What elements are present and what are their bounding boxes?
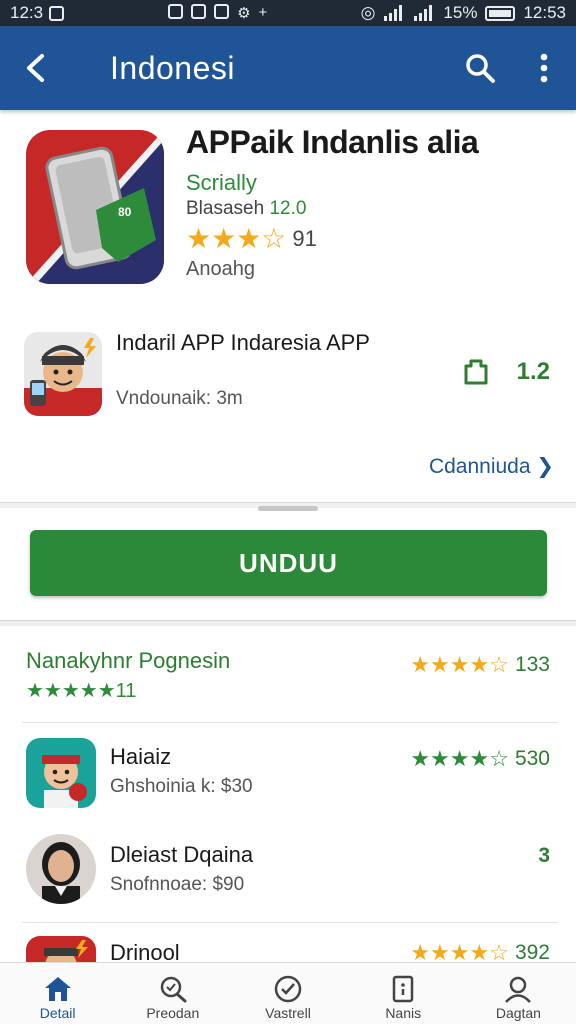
list-item[interactable]: Drinool ★★★★☆ 392 bbox=[0, 926, 576, 962]
list-item-count: 392 bbox=[514, 941, 550, 962]
drag-handle[interactable] bbox=[258, 506, 318, 511]
list-item[interactable]: Dleiast Dqaina Snofnnoae: $90 3 bbox=[0, 824, 576, 920]
check-circle-icon bbox=[274, 975, 302, 1003]
nav-item-detail[interactable]: Detail bbox=[0, 963, 115, 1024]
status-icons: ⚙ + bbox=[168, 4, 267, 22]
nav-label-preodan: Preodan bbox=[146, 1005, 200, 1021]
search-button[interactable] bbox=[448, 26, 512, 110]
meta-value: 12.0 bbox=[269, 198, 307, 219]
avatar bbox=[26, 834, 96, 904]
alarm-icon: ◎ bbox=[360, 3, 376, 22]
meta-label: Blasaseh bbox=[186, 198, 265, 219]
back-arrow-icon bbox=[27, 54, 44, 82]
message-notification-icon bbox=[214, 4, 230, 19]
list-item-stars: ★★★★☆ bbox=[410, 746, 509, 771]
size-icon bbox=[464, 359, 488, 385]
list-item-title: Drinool bbox=[110, 940, 180, 962]
list-item-icon bbox=[26, 738, 96, 808]
row-divider bbox=[22, 922, 558, 923]
list-item-title: Nanakyhnr Pognesin bbox=[26, 648, 231, 673]
list-item-title: Dleiast Dqaina bbox=[110, 842, 254, 867]
rating-stars: ★★★☆ bbox=[186, 223, 287, 254]
plus-notification-icon: + bbox=[258, 4, 268, 21]
app-icon[interactable]: 80 bbox=[26, 130, 164, 284]
related-app-title: Indaril APP Indaresia APP bbox=[116, 330, 370, 355]
back-button[interactable] bbox=[0, 26, 70, 110]
overflow-menu-button[interactable] bbox=[512, 26, 576, 110]
list-item[interactable]: Nanakyhnr Pognesin ★★★★★11 ★★★★☆ 133 bbox=[0, 630, 576, 722]
list-item-icon bbox=[26, 936, 96, 962]
download-button[interactable]: UNDUU bbox=[30, 530, 547, 596]
app-notification-icon bbox=[168, 4, 184, 19]
more-link[interactable]: Cdanniuda ❯ bbox=[429, 454, 554, 479]
page-title: Indonesi bbox=[110, 49, 235, 86]
nav-item-vastrell[interactable]: Vastrell bbox=[230, 963, 345, 1024]
list-item-count: 530 bbox=[514, 747, 550, 770]
nav-label-detail: Detail bbox=[39, 1005, 76, 1021]
status-bar: 12:3 ⚙ + ◎ 15% 12:53 bbox=[0, 0, 576, 26]
list-item-stars: ★★★★☆ bbox=[410, 652, 509, 677]
profile-icon bbox=[505, 976, 532, 1003]
related-app-info: 1.2 bbox=[463, 358, 550, 386]
related-app-subtitle: Vndounaik: 3m bbox=[116, 388, 243, 409]
status-left: 12:3 bbox=[10, 3, 65, 23]
signal-icon bbox=[384, 5, 403, 21]
list-item-count: 3 bbox=[538, 844, 550, 867]
mascot-icon bbox=[24, 332, 102, 416]
nav-item-dagtan[interactable]: Dagtan bbox=[461, 963, 576, 1024]
developer-link[interactable]: Scrially bbox=[186, 170, 257, 196]
nav-label-vastrell: Vastrell bbox=[265, 1005, 311, 1021]
bottom-navigation: Detail Preodan Vastrell Nanis Dagtan bbox=[0, 962, 576, 1024]
app-mascot-icon bbox=[26, 738, 96, 808]
app-header: 80 APPaik Indanlis alia Scrially Blasase… bbox=[0, 110, 576, 300]
nav-item-nanis[interactable]: Nanis bbox=[346, 963, 461, 1024]
chevron-right-icon: ❯ bbox=[536, 455, 554, 478]
related-app-icon bbox=[24, 332, 102, 416]
list-item-rating: ★★★★☆ 133 bbox=[410, 652, 550, 678]
app-bar-actions bbox=[448, 26, 576, 110]
row-divider bbox=[22, 722, 558, 723]
app-title: APPaik Indanlis alia bbox=[186, 124, 479, 160]
search-icon bbox=[466, 54, 495, 83]
app-rating: ★★★☆ 91 bbox=[186, 222, 317, 255]
nav-label-dagtan: Dagtan bbox=[495, 1005, 541, 1021]
notification-icon bbox=[49, 5, 65, 21]
app-bar: Indonesi bbox=[0, 26, 576, 110]
list-item-rating: 3 bbox=[538, 844, 550, 868]
list-item-rating: ★★★★☆ 530 bbox=[410, 746, 550, 772]
list-item-title: Haiaiz bbox=[110, 744, 172, 769]
status-clock: 12:53 bbox=[523, 3, 566, 22]
document-icon bbox=[392, 975, 414, 1003]
home-icon bbox=[44, 977, 71, 1001]
list-item-count: 133 bbox=[514, 653, 550, 676]
settings-notification-icon: ⚙ bbox=[237, 5, 251, 22]
list-item-stars: ★★★★☆ bbox=[410, 940, 509, 962]
related-app-card[interactable]: Indaril APP Indaresia APP Vndounaik: 3m … bbox=[0, 320, 576, 430]
image-notification-icon bbox=[191, 4, 207, 19]
app-category: Anoahg bbox=[186, 258, 255, 280]
signal-icon-2 bbox=[414, 5, 433, 21]
nav-item-preodan[interactable]: Preodan bbox=[115, 963, 230, 1024]
list-item-subtitle: Snofnnoae: $90 bbox=[110, 874, 245, 895]
status-time: 12:3 bbox=[10, 3, 44, 22]
search-icon bbox=[160, 976, 187, 1003]
person-avatar-icon bbox=[26, 834, 96, 904]
app-meta: Blasaseh 12.0 bbox=[186, 198, 306, 220]
svg-text:80: 80 bbox=[118, 205, 132, 219]
more-vert-icon bbox=[540, 53, 548, 83]
rating-count: 91 bbox=[292, 225, 317, 251]
list-item-subtitle: Ghshoinia k: $30 bbox=[110, 776, 253, 797]
more-link-label: Cdanniuda bbox=[428, 455, 531, 478]
app-icon-graphic: 80 bbox=[26, 130, 164, 284]
list-item-rating: ★★★★☆ 392 bbox=[410, 940, 550, 962]
list-item-sub-rating: ★★★★★11 bbox=[26, 680, 137, 702]
related-app-value: 1.2 bbox=[516, 358, 550, 385]
list-item[interactable]: Haiaiz Ghshoinia k: $30 ★★★★☆ 530 bbox=[0, 726, 576, 822]
app-mascot-icon bbox=[26, 936, 96, 962]
section-divider-2 bbox=[0, 620, 576, 626]
status-right: ◎ 15% 12:53 bbox=[361, 3, 566, 23]
battery-percent: 15% bbox=[443, 3, 478, 22]
battery-icon bbox=[485, 5, 516, 21]
nav-label-nanis: Nanis bbox=[385, 1005, 422, 1021]
